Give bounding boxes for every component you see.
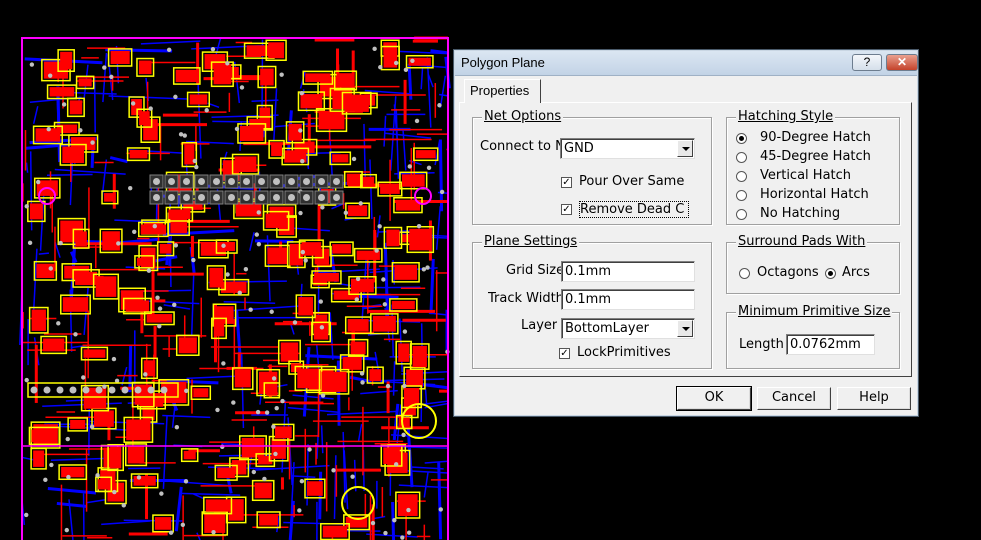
surround-pads-title: Surround Pads With (736, 234, 868, 249)
properties-panel: Net Options Connect to N GND ✓ Pour Over… (459, 102, 912, 377)
chevron-down-icon[interactable] (677, 320, 693, 337)
title-help-button[interactable]: ? (852, 54, 882, 71)
minimum-primitive-title: Minimum Primitive Size (736, 304, 893, 319)
grid-size-label: Grid Size (506, 263, 561, 278)
minimum-primitive-group: Minimum Primitive Size Length 0.0762mm (726, 304, 900, 369)
hatch-option-label: 45-Degree Hatch (760, 149, 871, 164)
radio-vertical-hatch[interactable] (736, 171, 747, 182)
connect-to-net-value: GND (564, 141, 594, 156)
radio-no-hatching[interactable] (736, 209, 747, 220)
radio-horizontal-hatch[interactable] (736, 190, 747, 201)
dialog-titlebar[interactable]: Polygon Plane ? ✕ (455, 51, 918, 76)
layer-label: Layer (521, 318, 558, 333)
surround-pads-group: Surround Pads With Octagons Arcs (726, 234, 900, 294)
pour-over-same-checkbox[interactable]: ✓ (561, 177, 572, 188)
hatch-option-label: Vertical Hatch (760, 168, 852, 183)
track-width-label: Track Width (488, 291, 561, 306)
chevron-down-icon[interactable] (677, 140, 693, 157)
radio-arcs[interactable] (825, 268, 836, 279)
radio-octagons[interactable] (739, 268, 750, 279)
hatch-option-label: Horizontal Hatch (760, 187, 869, 202)
octagons-label: Octagons (757, 265, 819, 280)
hatching-style-title: Hatching Style (736, 109, 836, 124)
connect-to-net-select[interactable]: GND (560, 138, 695, 159)
pour-over-same-label: Pour Over Same (579, 174, 685, 189)
radio-90-degree-hatch[interactable] (736, 133, 747, 144)
polygon-plane-dialog: Polygon Plane ? ✕ Properties Net Options… (453, 49, 919, 417)
lock-primitives-checkbox[interactable]: ✓ (559, 348, 570, 359)
layer-value: BottomLayer (565, 321, 649, 336)
radio-45-degree-hatch[interactable] (736, 152, 747, 163)
hatching-style-group: Hatching Style 90-Degree Hatch 45-Degree… (726, 109, 900, 225)
net-options-group: Net Options Connect to N GND ✓ Pour Over… (472, 109, 712, 225)
hatch-option-label: 90-Degree Hatch (760, 130, 871, 145)
cancel-button[interactable]: Cancel (757, 387, 831, 410)
dialog-title: Polygon Plane (461, 55, 545, 70)
close-button[interactable]: ✕ (886, 54, 918, 71)
layer-select[interactable]: BottomLayer (561, 318, 695, 339)
ok-button[interactable]: OK (676, 386, 752, 411)
remove-dead-copper-label: Remove Dead C (579, 201, 689, 218)
tab-properties[interactable]: Properties (464, 79, 541, 103)
lock-primitives-label: LockPrimitives (577, 345, 671, 360)
length-input[interactable]: 0.0762mm (786, 334, 875, 355)
plane-settings-title: Plane Settings (482, 234, 580, 249)
track-width-input[interactable]: 0.1mm (561, 289, 695, 310)
remove-dead-copper-checkbox[interactable]: ✓ (561, 204, 572, 215)
plane-settings-group: Plane Settings Grid Size 0.1mm Track Wid… (472, 234, 712, 369)
net-options-title: Net Options (482, 109, 564, 124)
connect-to-net-label: Connect to N (480, 139, 560, 154)
length-label: Length (739, 337, 784, 352)
arcs-label: Arcs (842, 265, 870, 280)
grid-size-input[interactable]: 0.1mm (561, 261, 695, 282)
hatch-option-label: No Hatching (760, 206, 841, 221)
help-button[interactable]: Help (837, 387, 911, 410)
